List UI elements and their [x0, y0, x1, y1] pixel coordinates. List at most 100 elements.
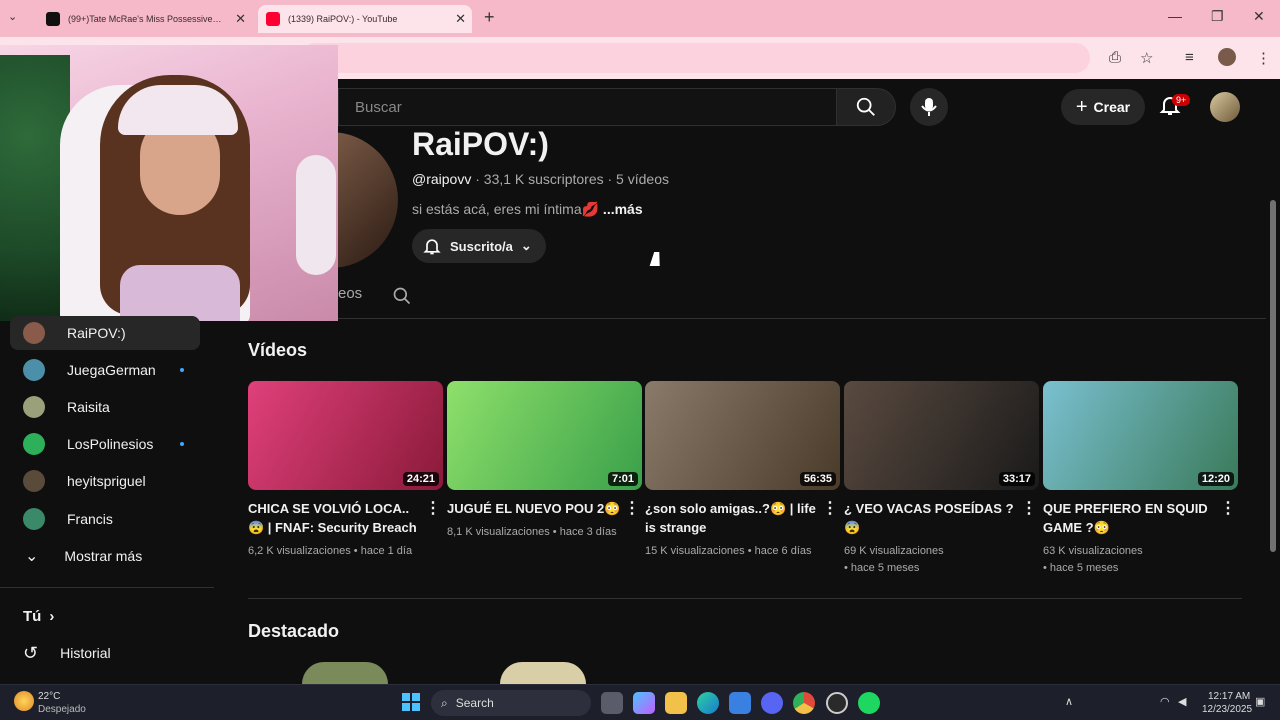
- channel-avatar-icon: [23, 470, 45, 492]
- address-bar[interactable]: [300, 43, 1090, 73]
- browser-menu-icon[interactable]: ⋮: [1256, 49, 1271, 67]
- spotify-icon[interactable]: [858, 692, 880, 714]
- video-thumbnail[interactable]: 7:01: [447, 381, 642, 490]
- wifi-icon[interactable]: ◠: [1160, 695, 1170, 708]
- maximize-icon[interactable]: ❐: [1211, 8, 1224, 25]
- video-title[interactable]: JUGUÉ EL NUEVO POU 2😳 ⋮: [447, 499, 642, 518]
- store-icon[interactable]: [729, 692, 751, 714]
- tabs-divider: [214, 318, 1266, 319]
- video-duration: 7:01: [607, 472, 638, 486]
- channel-description[interactable]: si estás acá, eres mi íntima💋 ...más: [412, 201, 643, 218]
- volume-icon[interactable]: ◀: [1178, 695, 1186, 708]
- weather-temp[interactable]: 22°C: [38, 691, 60, 702]
- windows-taskbar: 22°C Despejado ⌕ Search ∧ ◠ ◀ 12:17 AM 1…: [0, 684, 1280, 720]
- subscribed-button[interactable]: Suscrito/a ⌄: [412, 229, 546, 263]
- sidebar-you[interactable]: Tú ›: [10, 599, 200, 633]
- close-tab-icon[interactable]: ✕: [455, 11, 466, 27]
- search-icon: ⌕: [441, 695, 448, 710]
- install-app-icon[interactable]: ⎙: [1109, 49, 1121, 66]
- channel-meta: @raipovv · 33,1 K suscriptores · 5 vídeo…: [412, 171, 669, 187]
- video-meta: 63 K visualizaciones • hace 5 meses: [1043, 545, 1143, 574]
- video-thumbnail[interactable]: 56:35: [645, 381, 840, 490]
- channel-avatar-icon: [23, 508, 45, 530]
- close-window-icon[interactable]: ✕: [1253, 8, 1265, 25]
- video-thumbnail[interactable]: 24:21: [248, 381, 443, 490]
- history-icon: ↺: [23, 642, 39, 663]
- bell-icon: [423, 239, 441, 255]
- sidebar-history[interactable]: ↺ Historial: [10, 636, 200, 670]
- video-meta: 69 K visualizaciones • hace 5 meses: [844, 545, 944, 574]
- featured-thumbnail[interactable]: [302, 662, 388, 684]
- streaming-microphone: [296, 155, 336, 275]
- tab-tiktok[interactable]: (99+)Tate McRae's Miss Possessive Tour i…: [38, 5, 252, 33]
- more-link[interactable]: ...más: [599, 201, 643, 217]
- channel-handle: @raipovv: [412, 171, 472, 187]
- video-duration: 33:17: [998, 472, 1035, 486]
- video-meta: 15 K visualizaciones • hace 6 días: [645, 545, 812, 557]
- tab-videos[interactable]: eos: [338, 285, 362, 302]
- weather-desc: Despejado: [38, 704, 86, 715]
- video-title[interactable]: QUE PREFIERO EN SQUID GAME ?😳 ⋮: [1043, 499, 1238, 537]
- more-options-icon[interactable]: ⋮: [624, 499, 640, 518]
- channel-avatar-icon: [23, 322, 45, 344]
- tray-chevron-icon[interactable]: ∧: [1065, 695, 1073, 708]
- create-button[interactable]: + Crear: [1061, 89, 1145, 125]
- profile-avatar-icon[interactable]: [1218, 48, 1236, 66]
- task-view-icon[interactable]: [601, 692, 623, 714]
- minimize-icon[interactable]: —: [1168, 8, 1182, 24]
- page-scrollbar[interactable]: [1270, 200, 1276, 552]
- sidebar-show-more[interactable]: ⌄ Mostrar más: [10, 539, 200, 573]
- sidebar-item-juegagerman[interactable]: JuegaGerman: [10, 353, 200, 387]
- more-options-icon[interactable]: ⋮: [822, 499, 838, 518]
- sidebar-item-heyitspriguel[interactable]: heyitspriguel: [10, 464, 200, 498]
- more-options-icon[interactable]: ⋮: [1220, 499, 1236, 518]
- taskbar-search[interactable]: ⌕ Search: [431, 690, 591, 716]
- video-title[interactable]: CHICA SE VOLVIÓ LOCA..😨 | FNAF: Security…: [248, 499, 443, 537]
- new-content-dot: [180, 368, 184, 372]
- video-thumbnail[interactable]: 33:17: [844, 381, 1039, 490]
- search-input[interactable]: Buscar: [338, 88, 836, 126]
- video-card[interactable]: 7:01 JUGUÉ EL NUEVO POU 2😳 ⋮ 8,1 K visual…: [447, 381, 642, 541]
- close-tab-icon[interactable]: ✕: [235, 11, 246, 27]
- search-button[interactable]: [836, 88, 896, 126]
- chevron-down-icon: ⌄: [520, 238, 532, 253]
- more-options-icon[interactable]: ⋮: [425, 499, 441, 518]
- channel-stats: · 33,1 K suscriptores · 5 vídeos: [471, 171, 669, 187]
- windows-start-icon[interactable]: [402, 693, 420, 711]
- featured-thumbnail[interactable]: [500, 662, 586, 684]
- channel-search-button[interactable]: [392, 286, 412, 311]
- notification-center-icon[interactable]: ▣: [1255, 695, 1265, 708]
- video-duration: 12:20: [1197, 472, 1234, 486]
- video-card[interactable]: 56:35 ¿son solo amigas..?😳 | life is str…: [645, 381, 840, 560]
- sidebar-item-raisita[interactable]: Raisita: [10, 390, 200, 424]
- search-icon: [856, 97, 875, 116]
- bookmark-star-icon[interactable]: ☆: [1140, 49, 1153, 67]
- video-card[interactable]: 24:21 CHICA SE VOLVIÓ LOCA..😨 | FNAF: Se…: [248, 381, 443, 560]
- copilot-icon[interactable]: [633, 692, 655, 714]
- new-content-dot: [180, 442, 184, 446]
- more-options-icon[interactable]: ⋮: [1021, 499, 1037, 518]
- video-card[interactable]: 33:17 ¿ VEO VACAS POSEÍDAS ?😨 ⋮ 69 K visu…: [844, 381, 1039, 577]
- video-thumbnail[interactable]: 12:20: [1043, 381, 1238, 490]
- video-title[interactable]: ¿ VEO VACAS POSEÍDAS ?😨 ⋮: [844, 499, 1039, 537]
- account-avatar[interactable]: [1210, 92, 1240, 122]
- edge-icon[interactable]: [697, 692, 719, 714]
- tab-list-button[interactable]: ⌄: [8, 10, 17, 23]
- sidebar-item-lospolinesios[interactable]: LosPolinesios: [10, 427, 200, 461]
- media-queue-icon[interactable]: ≡: [1185, 49, 1194, 66]
- new-tab-button[interactable]: +: [484, 7, 495, 28]
- clock-time[interactable]: 12:17 AM: [1208, 691, 1250, 702]
- video-card[interactable]: 12:20 QUE PREFIERO EN SQUID GAME ?😳 ⋮ 63 …: [1043, 381, 1238, 577]
- sidebar-item-francis[interactable]: Francis: [10, 502, 200, 536]
- sidebar-item-raipov[interactable]: RaiPOV:): [10, 316, 200, 350]
- channel-avatar-icon: [23, 359, 45, 381]
- tab-youtube[interactable]: (1339) RaiPOV:) - YouTube ✕: [258, 5, 472, 33]
- clock-date[interactable]: 12/23/2025: [1202, 704, 1252, 715]
- video-title[interactable]: ¿son solo amigas..?😳 | life is strange ⋮: [645, 499, 840, 537]
- discord-icon[interactable]: [761, 692, 783, 714]
- obs-icon[interactable]: [826, 692, 848, 714]
- file-explorer-icon[interactable]: [665, 692, 687, 714]
- mouse-cursor: [649, 252, 665, 266]
- voice-search-button[interactable]: [910, 88, 948, 126]
- chrome-icon[interactable]: [793, 692, 815, 714]
